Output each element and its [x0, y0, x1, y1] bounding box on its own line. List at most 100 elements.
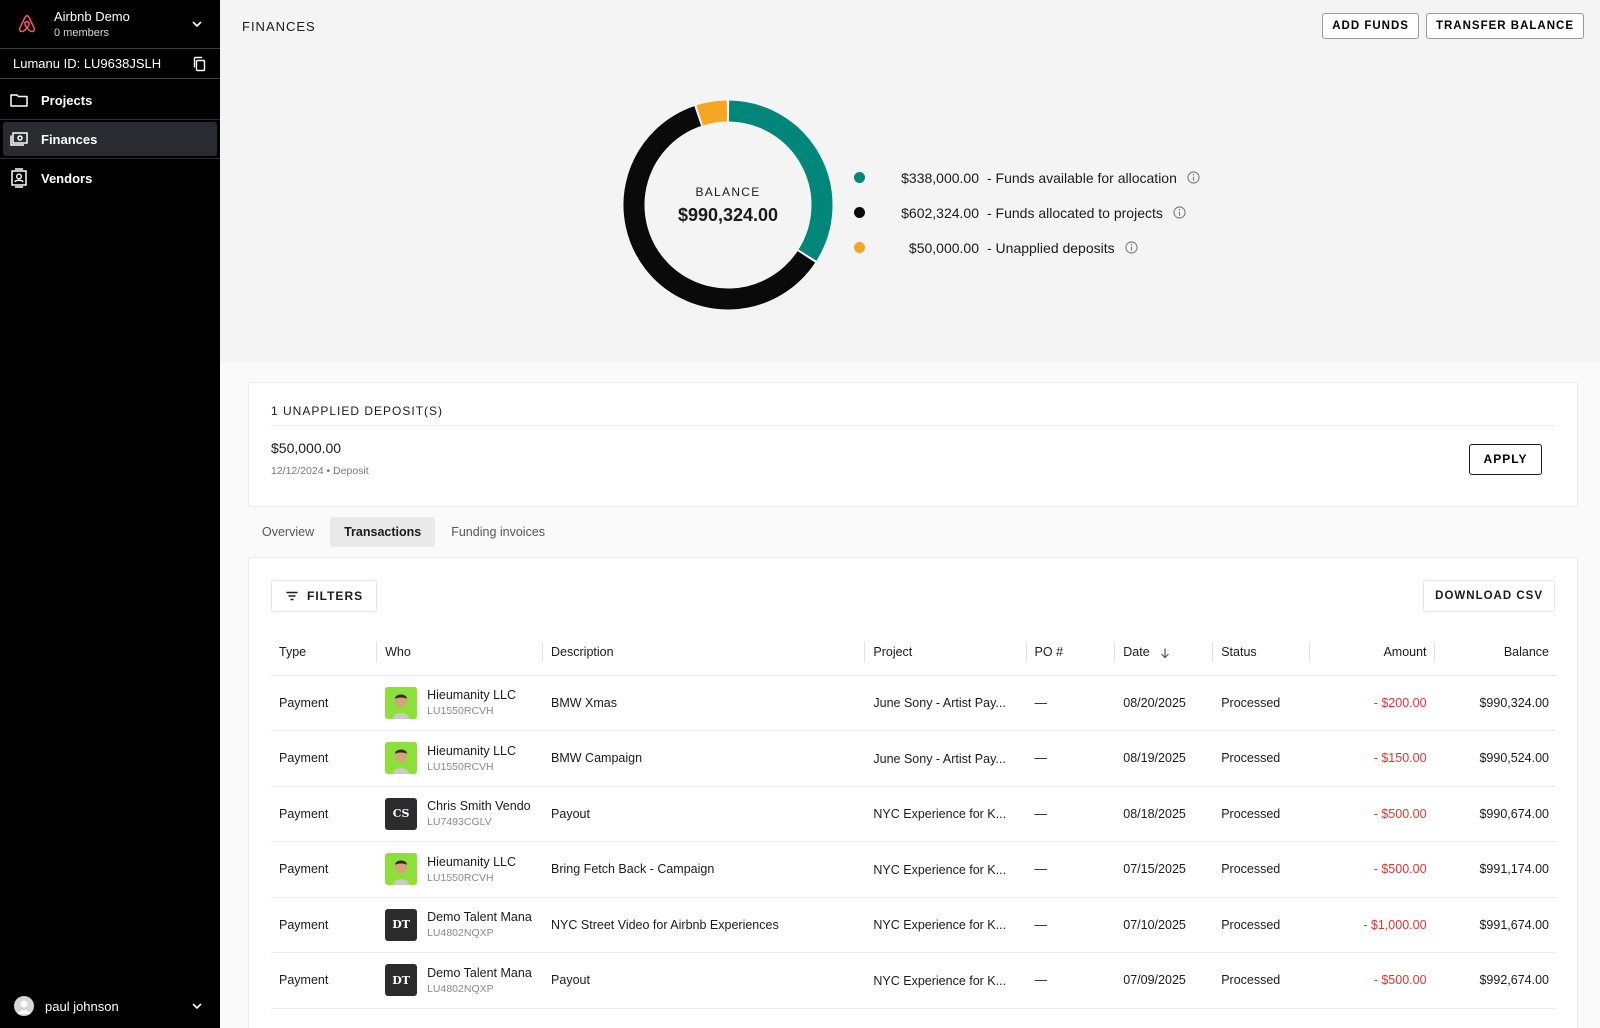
- legend-dot: [854, 242, 865, 253]
- table-header-row: Type Who Description Project PO # Date S…: [271, 630, 1557, 676]
- column-header-description[interactable]: Description: [543, 630, 866, 676]
- tab-transactions[interactable]: Transactions: [330, 517, 436, 547]
- project-link[interactable]: NYC Experience for K...: [873, 918, 1006, 932]
- cell-status: Processed: [1213, 897, 1311, 953]
- sidebar-item-finances[interactable]: Finances: [3, 122, 217, 156]
- user-icon: [17, 1000, 31, 1014]
- balance-legend: $338,000.00 - Funds available for alloca…: [854, 160, 1200, 265]
- cell-po: —: [1026, 897, 1116, 953]
- balance-label: BALANCE: [695, 184, 761, 199]
- vendor-id: LU4802NQXP: [427, 982, 494, 995]
- cell-balance: $990,674.00: [1434, 786, 1557, 842]
- cell-status: Processed: [1213, 786, 1311, 842]
- cell-balance: $990,324.00: [1434, 675, 1557, 731]
- vendor-name[interactable]: Hieumanity LLC: [427, 688, 516, 703]
- finances-content: 1 UNAPPLIED DEPOSIT(S) $50,000.00 12/12/…: [220, 362, 1600, 1028]
- table-row[interactable]: Payment DT Demo Talent Mana LU4802NQXP N…: [271, 897, 1557, 953]
- cell-status: Processed: [1213, 675, 1311, 731]
- info-icon[interactable]: [1173, 206, 1186, 219]
- sidebar-nav: Projects Finances Vendors: [0, 79, 220, 195]
- table-row[interactable]: Payment Hieumanity LLC LU1550RCVH: [271, 675, 1557, 731]
- cell-status: Processed: [1213, 730, 1311, 787]
- info-icon[interactable]: [1187, 171, 1200, 184]
- sort-arrow-down-icon[interactable]: [1159, 647, 1171, 659]
- vendor-avatar: [385, 742, 418, 775]
- org-switcher[interactable]: Airbnb Demo 0 members: [0, 0, 220, 49]
- legend-amount: $50,000.00: [908, 239, 979, 256]
- vendor-name[interactable]: Demo Talent Mana: [427, 966, 532, 981]
- table-row[interactable]: Payment Hieumanity LLC LU1550RCVH: [271, 730, 1557, 787]
- transfer-balance-button[interactable]: TRANSFER BALANCE: [1425, 13, 1584, 39]
- tab-overview[interactable]: Overview: [248, 517, 328, 547]
- cash-icon: [10, 132, 28, 146]
- vendor-name[interactable]: Demo Talent Mana: [427, 910, 532, 925]
- main-content: FINANCES ADD FUNDS TRANSFER BALANCE BALA…: [220, 0, 1600, 1028]
- cell-date: 07/09/2025: [1115, 952, 1214, 1009]
- lumanu-id-row: Lumanu ID: LU9638JSLH: [0, 49, 220, 79]
- sidebar-item-projects[interactable]: Projects: [3, 83, 217, 117]
- column-header-status[interactable]: Status: [1213, 630, 1311, 676]
- page-title: FINANCES: [242, 18, 316, 34]
- unapplied-deposits-card: 1 UNAPPLIED DEPOSIT(S) $50,000.00 12/12/…: [248, 382, 1578, 507]
- column-header-balance[interactable]: Balance: [1434, 630, 1557, 676]
- copy-icon[interactable]: [192, 56, 208, 72]
- filters-button[interactable]: FILTERS: [271, 580, 378, 612]
- cell-po: —: [1026, 675, 1116, 731]
- vendor-name[interactable]: Chris Smith Vendo: [427, 799, 531, 814]
- cell-who: Hieumanity LLC LU1550RCVH: [377, 841, 544, 898]
- legend-text: - Funds available for allocation: [987, 169, 1177, 186]
- airbnb-logo-icon: [18, 15, 36, 33]
- table-row[interactable]: Payment DT Demo Talent Mana LU4802NQXP P…: [271, 952, 1557, 1009]
- vendor-id: LU1550RCVH: [427, 760, 494, 773]
- cell-type: Payment: [271, 786, 378, 842]
- cell-description: Bring Fetch Back - Campaign: [543, 841, 866, 898]
- filter-icon: [286, 591, 298, 601]
- cell-amount: - $500.00: [1310, 786, 1435, 842]
- project-link[interactable]: NYC Experience for K...: [873, 807, 1006, 821]
- topbar: FINANCES ADD FUNDS TRANSFER BALANCE: [220, 0, 1600, 52]
- legend-text: - Unapplied deposits: [987, 239, 1115, 256]
- vendor-name[interactable]: Hieumanity LLC: [427, 855, 516, 870]
- download-csv-button[interactable]: DOWNLOAD CSV: [1423, 580, 1555, 612]
- cell-po: —: [1026, 786, 1116, 842]
- vendor-name[interactable]: Hieumanity LLC: [427, 744, 516, 759]
- column-header-project[interactable]: Project: [865, 630, 1027, 676]
- project-link[interactable]: June Sony - Artist Pay...: [873, 696, 1005, 710]
- info-icon[interactable]: [1125, 241, 1138, 254]
- sidebar-item-label: Projects: [41, 92, 93, 108]
- vendor-id: LU1550RCVH: [427, 705, 494, 718]
- cell-amount: - $500.00: [1310, 952, 1435, 1009]
- project-link[interactable]: NYC Experience for K...: [873, 863, 1006, 877]
- column-header-amount[interactable]: Amount: [1310, 630, 1435, 676]
- cell-project: NYC Experience for K...: [865, 786, 1027, 842]
- cell-date: 08/19/2025: [1115, 730, 1214, 787]
- column-header-date[interactable]: Date: [1115, 630, 1214, 676]
- cell-description: NYC Street Video for Airbnb Experiences: [543, 897, 866, 953]
- cell-date: 07/15/2025: [1115, 841, 1214, 898]
- user-menu[interactable]: paul johnson: [0, 984, 220, 1028]
- cell-who: DT Demo Talent Mana LU4802NQXP: [377, 897, 544, 953]
- divider: [0, 119, 220, 120]
- table-row[interactable]: Payment Hieumanity LLC LU1550RCVH: [271, 841, 1557, 898]
- transactions-table: Type Who Description Project PO # Date S…: [271, 630, 1557, 1009]
- project-link[interactable]: NYC Experience for K...: [873, 974, 1006, 988]
- table-row[interactable]: Payment CS Chris Smith Vendo LU7493CGLV …: [271, 786, 1557, 842]
- column-header-po[interactable]: PO #: [1026, 630, 1116, 676]
- vendor-avatar: CS: [385, 797, 418, 830]
- cell-po: —: [1026, 841, 1116, 898]
- legend-text: - Funds allocated to projects: [987, 204, 1163, 221]
- vendor-id: LU1550RCVH: [427, 871, 494, 884]
- cell-date: 08/20/2025: [1115, 675, 1214, 731]
- project-link[interactable]: June Sony - Artist Pay...: [873, 752, 1005, 766]
- cell-project: NYC Experience for K...: [865, 897, 1027, 953]
- apply-button[interactable]: APPLY: [1469, 444, 1542, 475]
- cell-balance: $990,524.00: [1434, 730, 1557, 787]
- cell-po: —: [1026, 952, 1116, 1009]
- tab-funding-invoices[interactable]: Funding invoices: [437, 517, 559, 547]
- folder-icon: [10, 94, 28, 107]
- column-header-type[interactable]: Type: [271, 630, 378, 676]
- add-funds-button[interactable]: ADD FUNDS: [1322, 13, 1419, 39]
- sidebar-item-vendors[interactable]: Vendors: [3, 161, 217, 195]
- vendor-avatar: DT: [385, 964, 418, 997]
- column-header-who[interactable]: Who: [377, 630, 544, 676]
